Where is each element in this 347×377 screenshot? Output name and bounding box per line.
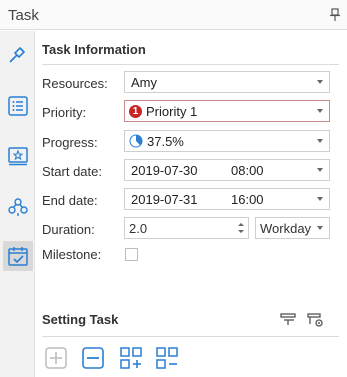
task-information-heading: Task Information — [42, 42, 146, 57]
spinner-arrows-icon[interactable] — [237, 220, 245, 236]
resources-value: Amy — [131, 74, 157, 90]
chevron-down-icon — [317, 139, 323, 143]
star-card-icon — [8, 147, 28, 166]
chevron-down-icon — [317, 197, 323, 201]
duration-stepper[interactable]: 2.0 — [124, 217, 249, 239]
duration-value: 2.0 — [129, 220, 148, 236]
priority-badge: 1 — [129, 104, 142, 118]
end-time-value: 16:00 — [231, 191, 264, 207]
rail-format-button[interactable] — [3, 39, 33, 69]
task-settings-icon[interactable] — [307, 312, 325, 328]
rail-star-card-button[interactable] — [3, 141, 33, 171]
panel-title: Task — [8, 7, 39, 24]
task-calendar-icon — [8, 247, 28, 266]
progress-label: Progress: — [42, 135, 98, 150]
priority-value: Priority 1 — [146, 103, 198, 119]
pin-icon[interactable] — [329, 8, 341, 22]
chevron-down-icon — [317, 168, 323, 172]
rail-org-chart-button[interactable] — [3, 192, 33, 222]
setting-task-heading: Setting Task — [42, 312, 119, 327]
side-rail — [0, 31, 35, 377]
list-icon — [8, 96, 28, 116]
duration-label: Duration: — [42, 222, 95, 237]
start-date-picker[interactable]: 2019-07-30 08:00 — [124, 159, 330, 181]
milestone-checkbox[interactable] — [125, 248, 138, 261]
start-date-value: 2019-07-30 — [131, 162, 198, 178]
rail-list-button[interactable] — [3, 91, 33, 121]
remove-subtask-icon[interactable] — [156, 347, 178, 369]
resources-select[interactable]: Amy — [124, 71, 330, 93]
duration-unit-select[interactable]: Workday — [255, 217, 330, 239]
progress-select[interactable]: 37.5% — [124, 130, 330, 152]
divider — [42, 336, 339, 337]
task-panel: Task Information Resources: Amy Priority… — [42, 31, 347, 377]
duration-unit-value: Workday — [260, 220, 312, 236]
indent-tool-icon[interactable] — [280, 312, 298, 328]
end-date-label: End date: — [42, 193, 98, 208]
priority-label: Priority: — [42, 105, 87, 120]
chevron-down-icon — [317, 226, 323, 230]
end-date-value: 2019-07-31 — [131, 191, 198, 207]
divider — [42, 64, 339, 65]
chevron-down-icon — [317, 109, 323, 113]
add-task-icon[interactable] — [45, 347, 67, 369]
remove-task-icon[interactable] — [82, 347, 104, 369]
milestone-label: Milestone: — [42, 247, 102, 262]
rail-task-button[interactable] — [3, 241, 33, 271]
format-icon — [9, 46, 26, 63]
org-chart-icon — [8, 198, 28, 216]
end-date-picker[interactable]: 2019-07-31 16:00 — [124, 188, 330, 210]
priority-select[interactable]: 1 Priority 1 — [124, 100, 330, 122]
title-bar: Task — [0, 0, 347, 30]
add-subtask-icon[interactable] — [120, 347, 142, 369]
start-time-value: 08:00 — [231, 162, 264, 178]
resources-label: Resources: — [42, 76, 108, 91]
start-date-label: Start date: — [42, 164, 102, 179]
chevron-down-icon — [317, 80, 323, 84]
progress-pie-icon — [129, 134, 143, 148]
progress-value: 37.5% — [147, 133, 184, 149]
